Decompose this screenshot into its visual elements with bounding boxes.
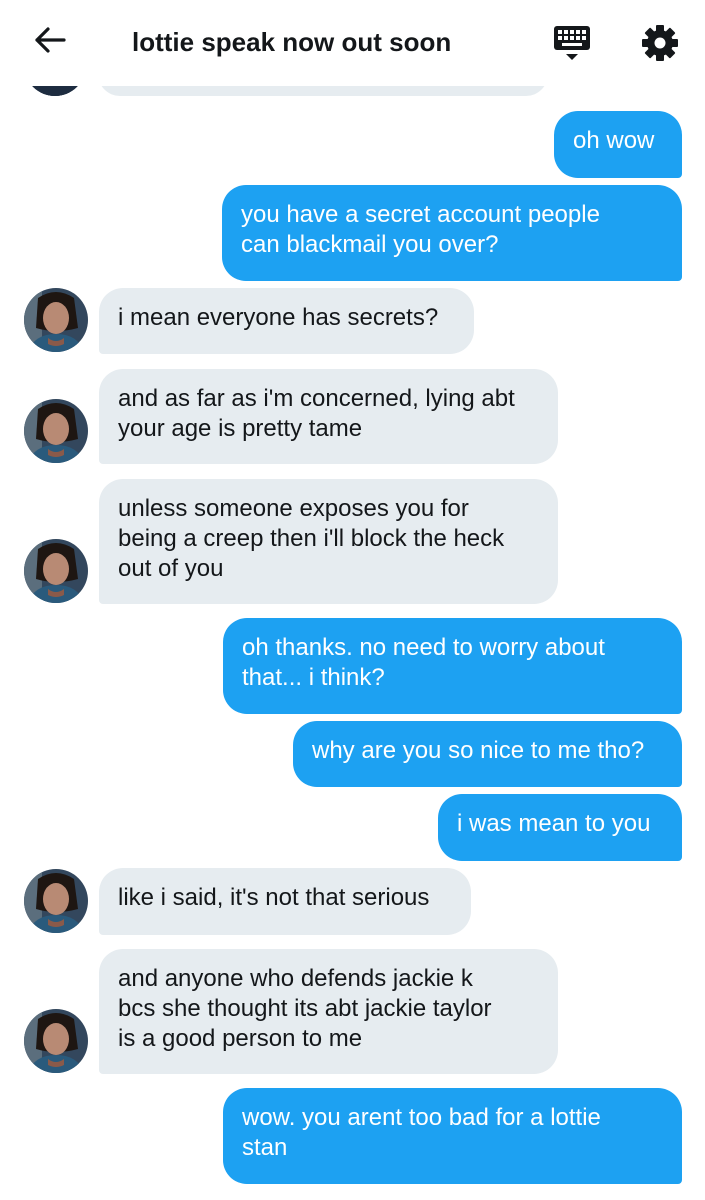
sent-message[interactable]: oh thanks. no need to worry about that..… — [223, 618, 682, 714]
message-thread[interactable]: oh wow you have a secret account people … — [0, 0, 705, 1200]
page-title: lottie speak now out soon — [132, 27, 452, 57]
received-message[interactable]: like i said, it's not that serious — [99, 868, 471, 935]
avatar[interactable] — [24, 869, 88, 933]
sent-message[interactable]: i was mean to you — [438, 794, 682, 861]
avatar[interactable] — [24, 288, 88, 352]
sent-message[interactable]: wow. you arent too bad for a lottie stan — [223, 1088, 682, 1184]
received-message[interactable]: unless someone exposes you for being a c… — [99, 479, 558, 604]
received-message[interactable]: and as far as i'm concerned, lying abt y… — [99, 369, 558, 464]
avatar[interactable] — [24, 399, 88, 463]
sent-message[interactable]: oh wow — [554, 111, 682, 178]
keyboard-icon — [550, 26, 596, 68]
sent-message[interactable]: you have a secret account people can bla… — [222, 185, 682, 281]
back-button[interactable] — [30, 24, 70, 60]
sent-message[interactable]: why are you so nice to me tho? — [293, 721, 682, 787]
gear-icon — [638, 25, 682, 68]
received-message[interactable]: and anyone who defends jackie k bcs she … — [99, 949, 558, 1074]
settings-button[interactable] — [638, 22, 682, 64]
arrow-left-icon — [34, 26, 66, 59]
keyboard-button[interactable] — [550, 22, 596, 64]
conversation-header: lottie speak now out soon — [0, 0, 705, 86]
avatar[interactable] — [24, 539, 88, 603]
avatar[interactable] — [24, 1009, 88, 1073]
received-message[interactable]: i mean everyone has secrets? — [99, 288, 474, 354]
